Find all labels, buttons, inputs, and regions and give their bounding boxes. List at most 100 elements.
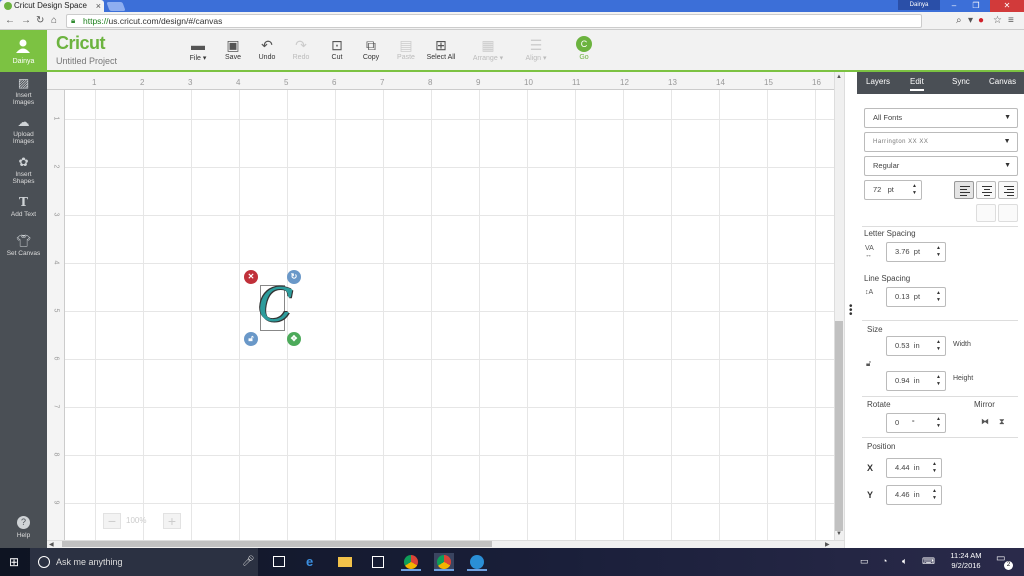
zoom-out-button[interactable]: − xyxy=(103,513,121,529)
letter-spacing-value: 3.76 xyxy=(895,247,910,256)
grid-line xyxy=(143,90,144,540)
align-button[interactable]: ☰ Align ▾ xyxy=(514,36,558,62)
forward-icon[interactable]: → xyxy=(21,15,31,26)
text-option-button[interactable] xyxy=(998,204,1018,222)
stepper-arrows-icon[interactable]: ▲ ▼ xyxy=(936,374,941,388)
sidebar-item-upload-images[interactable]: ☁ Upload Images xyxy=(0,115,47,145)
height-stepper[interactable]: 0.94 in ▲ ▼ xyxy=(886,371,946,391)
tab-canvas[interactable]: Canvas xyxy=(989,77,1016,86)
align-right-button[interactable] xyxy=(998,181,1018,199)
proportion-lock-icon[interactable]: 🔓︎ xyxy=(866,359,871,369)
menu-icon[interactable]: ≡ xyxy=(1008,15,1014,26)
window-close-icon[interactable]: ✕ xyxy=(990,0,1024,12)
stepper-arrows-icon[interactable]: ▲ ▼ xyxy=(936,290,941,304)
taskbar-clock[interactable]: 11:24 AM 9/2/2016 xyxy=(944,551,988,571)
line-spacing-stepper[interactable]: 0.13 pt ▲ ▼ xyxy=(886,287,946,307)
store-icon[interactable] xyxy=(368,553,388,571)
width-stepper[interactable]: 0.53 in ▲ ▼ xyxy=(886,336,946,356)
battery-icon[interactable]: ▭ xyxy=(860,556,869,567)
font-name-select[interactable]: Harrington XX XX ▼ xyxy=(864,132,1018,152)
design-canvas[interactable] xyxy=(47,72,835,540)
chrome-app-icon[interactable] xyxy=(401,553,421,571)
font-style-select[interactable]: Regular ▼ xyxy=(864,156,1018,176)
sidebar-item-insert-shapes[interactable]: ✿ Insert Shapes xyxy=(0,155,47,185)
go-button[interactable]: C Go xyxy=(562,36,606,61)
align-center-button[interactable] xyxy=(976,181,996,199)
app-taskbar-icon[interactable] xyxy=(467,553,487,571)
horizontal-scroll-thumb[interactable] xyxy=(62,541,492,547)
scroll-down-icon[interactable]: ▼ xyxy=(836,531,842,537)
ruler-tick-label: 16 xyxy=(812,78,821,87)
font-filter-select[interactable]: All Fonts ▼ xyxy=(864,108,1018,128)
delete-handle-icon[interactable]: ✕ xyxy=(244,270,258,284)
lock-handle-icon[interactable]: 🔓︎ xyxy=(244,332,258,346)
y-position-stepper[interactable]: 4.46 in ▲ ▼ xyxy=(886,485,942,505)
home-icon[interactable]: ⌂ xyxy=(51,15,57,26)
x-position-stepper[interactable]: 4.44 in ▲ ▼ xyxy=(886,458,942,478)
rotate-handle-icon[interactable]: ↻ xyxy=(287,270,301,284)
sidebar-item-set-canvas[interactable]: 👕︎ Set Canvas xyxy=(0,234,47,257)
sidebar-item-insert-images[interactable]: ▨ Insert Images xyxy=(0,76,47,106)
stepper-arrows-icon[interactable]: ▲ ▼ xyxy=(936,245,941,259)
letter-spacing-stepper[interactable]: 3.76 pt ▲ ▼ xyxy=(886,242,946,262)
new-tab-button[interactable] xyxy=(106,2,126,11)
back-icon[interactable]: ← xyxy=(5,15,15,26)
scroll-up-icon[interactable]: ▲ xyxy=(836,74,842,80)
windows-start-icon[interactable]: ⊞ xyxy=(9,556,22,569)
arrange-button[interactable]: ▦ Arrange ▾ xyxy=(466,36,510,62)
file-explorer-icon[interactable] xyxy=(335,553,355,571)
text-option-button[interactable] xyxy=(976,204,996,222)
url-input[interactable]: 🔒︎ https://us.cricut.com/design/#/canvas xyxy=(66,14,922,28)
keyboard-icon[interactable]: ⌨ xyxy=(922,556,935,567)
help-button[interactable]: ? Help xyxy=(0,516,47,539)
project-title[interactable]: Untitled Project xyxy=(56,56,117,66)
stepper-arrows-icon[interactable]: ▲ ▼ xyxy=(912,183,917,197)
divider xyxy=(862,226,1018,227)
edge-browser-icon[interactable]: e xyxy=(302,553,322,571)
restore-icon[interactable]: ❐ xyxy=(966,0,986,12)
microphone-icon[interactable]: 🎤︎ xyxy=(242,556,255,567)
ruler-tick-label: 5 xyxy=(52,308,60,313)
zoom-in-button[interactable]: + xyxy=(163,513,181,529)
scale-handle-icon[interactable]: ✥ xyxy=(287,332,301,346)
stepper-arrows-icon[interactable]: ▲ ▼ xyxy=(932,488,937,502)
grid-line xyxy=(335,90,336,540)
network-icon[interactable]: ◔ xyxy=(882,556,887,566)
select-all-button[interactable]: ⊞ Select All xyxy=(419,36,463,61)
align-left-button[interactable] xyxy=(954,181,974,199)
grid-line xyxy=(479,90,480,540)
reload-icon[interactable]: ↻ xyxy=(36,15,44,26)
browser-tab[interactable]: Cricut Design Space × xyxy=(0,0,104,12)
extension-icon[interactable]: ▾ xyxy=(968,15,973,26)
chevron-down-icon: ▼ xyxy=(1004,162,1011,169)
volume-icon[interactable]: 🔈︎ xyxy=(902,556,907,567)
user-menu-button[interactable]: Dainya xyxy=(0,30,47,72)
stepper-arrows-icon[interactable]: ▲ ▼ xyxy=(932,461,937,475)
rotate-stepper[interactable]: 0 ° ▲ ▼ xyxy=(886,413,946,433)
stepper-arrows-icon[interactable]: ▲ ▼ xyxy=(936,416,941,430)
tab-edit[interactable]: Edit xyxy=(910,77,924,91)
tab-close-icon[interactable]: × xyxy=(96,0,101,12)
tab-sync[interactable]: Sync xyxy=(952,77,970,86)
design-text-object[interactable]: C xyxy=(258,280,293,330)
bookmark-star-icon[interactable]: ☆ xyxy=(993,15,1002,26)
sidebar-label: Insert xyxy=(15,171,32,178)
drag-handle-icon[interactable]: • • • xyxy=(849,302,853,320)
minimize-icon[interactable]: – xyxy=(944,0,964,12)
pinterest-icon[interactable]: ● xyxy=(978,15,984,26)
stepper-arrows-icon[interactable]: ▲ ▼ xyxy=(936,339,941,353)
vertical-scroll-thumb[interactable] xyxy=(835,321,843,531)
zoom-icon[interactable]: ⌕ xyxy=(956,15,962,26)
grid-line xyxy=(575,90,576,540)
browser-profile-chip[interactable]: Dainya xyxy=(898,0,940,10)
sidebar-item-add-text[interactable]: T Add Text xyxy=(0,195,47,218)
mirror-vertical-icon[interactable]: ⧗ xyxy=(999,417,1005,427)
chrome-window-icon[interactable] xyxy=(434,553,454,571)
mirror-horizontal-icon[interactable]: ⧓ xyxy=(981,417,989,426)
tab-layers[interactable]: Layers xyxy=(866,77,890,86)
taskbar-search[interactable]: Ask me anything 🎤︎ xyxy=(30,548,258,576)
task-view-icon[interactable] xyxy=(269,553,289,571)
scroll-left-icon[interactable]: ◀ xyxy=(49,541,54,548)
font-size-stepper[interactable]: 72 pt ▲ ▼ xyxy=(864,180,922,200)
scroll-right-icon[interactable]: ▶ xyxy=(825,541,830,548)
